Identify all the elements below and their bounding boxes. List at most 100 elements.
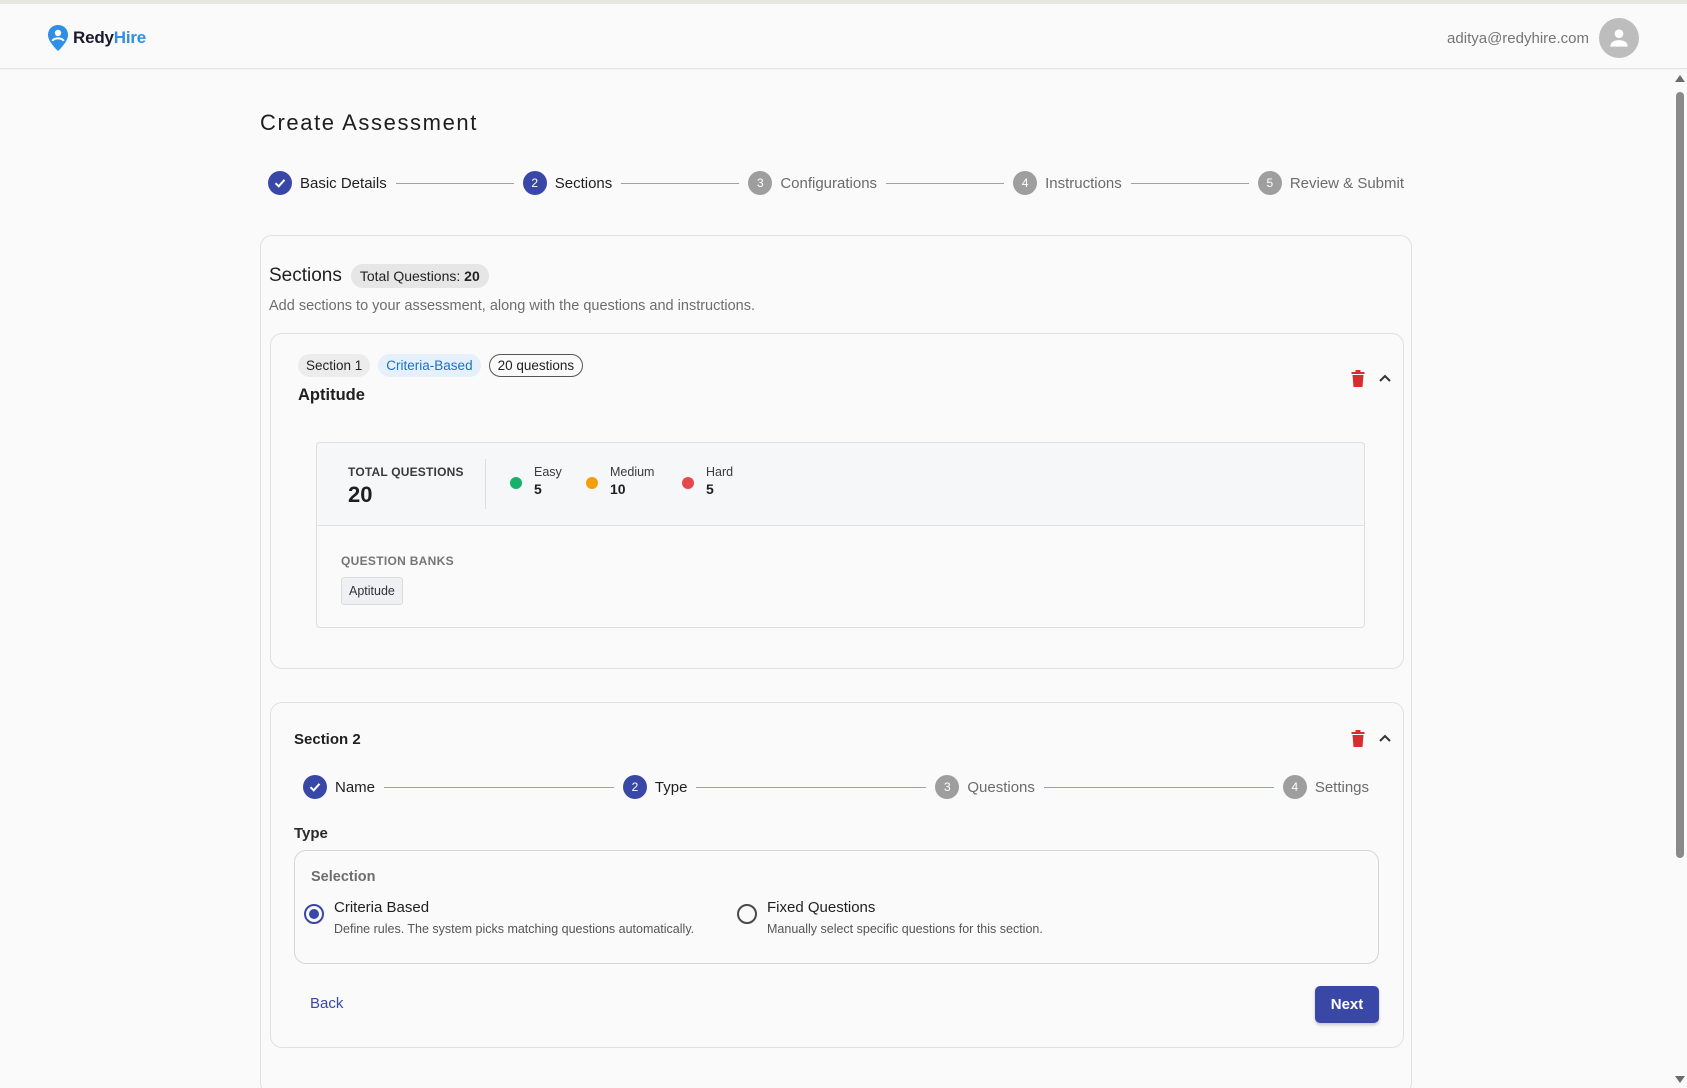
easy-dot-icon [510,477,522,489]
top-bar: RedyHire aditya@redyhire.com [0,0,1687,69]
chevron-up-icon [1379,374,1391,382]
step-number: 2 [622,775,647,799]
option-fixed-questions[interactable]: Fixed Questions Manually select specific… [737,899,1043,936]
section-2-card: Section 2 Name 2 Type 3 Questions 4 Sett… [270,702,1404,1048]
step-connector [384,786,614,788]
hard-label: Hard [706,465,734,479]
page-title: Create Assessment [260,110,478,135]
step-label: Instructions [1045,174,1122,192]
substep-label: Name [335,778,376,796]
step-basic-details[interactable]: Basic Details [268,171,387,195]
criteria-based-radio[interactable] [304,904,324,924]
page-scrollbar[interactable] [1673,70,1687,1088]
sections-subtitle: Add sections to your assessment, along w… [269,298,756,314]
option-description: Define rules. The system picks matching … [334,922,695,936]
stats-divider [485,459,486,509]
substep-label: Settings [1314,778,1370,796]
step-connector [1130,182,1249,184]
step-configurations[interactable]: 3 Configurations [748,171,877,195]
sections-heading: Sections [269,265,342,286]
step-connector [886,182,1005,184]
substep-label: Questions [967,778,1035,796]
substep-name[interactable]: Name [303,775,375,799]
hard-value: 5 [706,481,714,497]
user-email: aditya@redyhire.com [1447,29,1589,47]
brand-logo[interactable]: RedyHire [47,24,146,52]
step-label: Configurations [780,174,878,192]
location-pin-icon [48,25,68,51]
substep-label: Type [654,778,688,796]
option-description: Manually select specific questions for t… [767,922,1043,936]
step-label: Sections [554,174,613,192]
selection-legend: Selection [311,869,376,885]
total-questions-label: TOTAL QUESTIONS [348,465,464,479]
hard-stat: Hard 5 [682,465,733,497]
section-2-stepper: Name 2 Type 3 Questions 4 Settings [303,775,1369,799]
step-number: 3 [935,775,960,799]
medium-value: 10 [610,481,626,497]
selection-fieldset: Selection Criteria Based Define rules. T… [294,850,1379,964]
easy-value: 5 [534,481,542,497]
question-bank-chip: Aptitude [341,577,403,605]
delete-section-1-button[interactable] [1347,367,1369,389]
step-connector [1043,786,1274,788]
substep-type[interactable]: 2 Type [622,775,688,799]
section-1-actions [1342,367,1396,389]
step-label: Review & Submit [1289,174,1405,192]
type-label: Type [294,825,328,842]
step-instructions[interactable]: 4 Instructions [1013,171,1122,195]
easy-stat: Easy 5 [510,465,562,497]
question-banks-label: QUESTION BANKS [341,554,454,568]
assessment-stepper: Basic Details 2 Sections 3 Configuration… [268,171,1404,195]
step-number: 4 [1282,775,1307,799]
brand-wordmark: RedyHire [73,28,147,47]
check-icon [303,775,327,799]
step-number: 3 [748,171,773,195]
section-type-chip: Criteria-Based [378,354,481,377]
medium-stat: Medium 10 [586,465,654,497]
section-1-stats-panel: TOTAL QUESTIONS 20 Easy 5 Medium 10 Hard 5 … [316,442,1365,628]
user-menu[interactable]: aditya@redyhire.com [1447,18,1639,58]
step-number: 4 [1013,171,1038,195]
hard-dot-icon [682,477,694,489]
easy-label: Easy [534,465,562,479]
delete-section-2-button[interactable] [1347,727,1369,749]
step-sections[interactable]: 2 Sections [522,171,613,195]
step-connector [696,786,927,788]
step-review-submit[interactable]: 5 Review & Submit [1257,171,1405,195]
substep-settings[interactable]: 4 Settings [1282,775,1370,799]
medium-dot-icon [586,477,598,489]
back-button[interactable]: Back [310,995,343,1012]
section-1-card: Section 1 Criteria-Based 20 questions Ap… [270,333,1404,669]
sections-header: Sections Total Questions: 20 [269,264,489,288]
trash-icon [1351,369,1365,387]
step-connector [395,182,514,184]
sections-card: Sections Total Questions: 20 Add section… [260,235,1412,1088]
avatar[interactable] [1599,18,1639,58]
scrollbar-thumb[interactable] [1676,92,1684,858]
scroll-up-arrow-icon[interactable] [1675,75,1685,82]
option-criteria-based[interactable]: Criteria Based Define rules. The system … [304,899,694,936]
stats-summary: TOTAL QUESTIONS 20 Easy 5 Medium 10 Hard 5 [317,443,1364,526]
option-title: Fixed Questions [767,899,876,916]
substep-questions[interactable]: 3 Questions [935,775,1035,799]
chevron-up-icon [1379,734,1391,742]
step-connector [621,182,740,184]
total-questions-badge: Total Questions: 20 [350,264,489,288]
next-button[interactable]: Next [1315,986,1379,1023]
trash-icon [1351,729,1365,747]
person-icon [1610,29,1628,47]
scroll-down-arrow-icon[interactable] [1675,1076,1685,1083]
collapse-section-1-button[interactable] [1374,367,1396,389]
collapse-section-2-button[interactable] [1374,727,1396,749]
section-2-actions [1342,727,1396,749]
step-label: Basic Details [300,174,387,192]
section-1-name: Aptitude [298,386,365,404]
option-title: Criteria Based [334,899,430,916]
step-number: 5 [1257,171,1282,195]
question-count-chip: 20 questions [488,354,584,377]
fixed-questions-radio[interactable] [737,904,757,924]
section-1-chips: Section 1 Criteria-Based 20 questions [298,354,591,377]
check-icon [268,171,292,195]
medium-label: Medium [610,465,655,479]
